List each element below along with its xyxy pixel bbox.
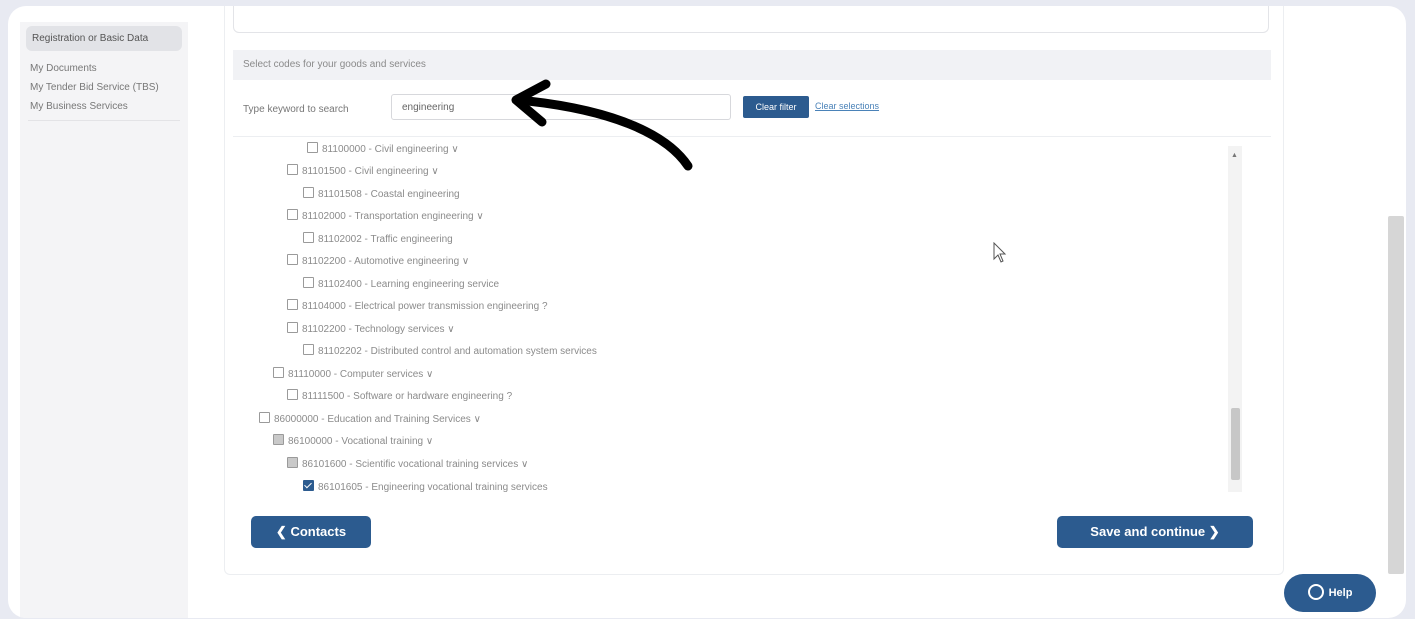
divider — [233, 136, 1271, 137]
checkbox[interactable] — [287, 299, 298, 310]
checkbox[interactable] — [287, 389, 298, 400]
chevron-left-icon: ❮ — [275, 524, 291, 539]
checkbox[interactable] — [259, 412, 270, 423]
previous-section-box — [233, 6, 1269, 33]
tree-item[interactable]: 81102200 - Technology services ∨ — [287, 322, 455, 336]
tree-item[interactable]: 81101508 - Coastal engineering — [303, 187, 460, 201]
tree-item[interactable]: 86101600 - Scientific vocational trainin… — [287, 457, 528, 471]
sidebar-item-business-services[interactable]: My Business Services — [20, 97, 188, 116]
tree-item[interactable]: 81102200 - Automotive engineering ∨ — [287, 254, 469, 268]
checkbox[interactable] — [287, 209, 298, 220]
scrollbar-thumb[interactable] — [1231, 408, 1240, 480]
checkbox[interactable] — [303, 277, 314, 288]
checkbox[interactable] — [287, 322, 298, 333]
sidebar-item-tender-bid-service[interactable]: My Tender Bid Service (TBS) — [20, 78, 188, 97]
tree-item[interactable]: 81101500 - Civil engineering ∨ — [287, 164, 439, 178]
checkbox-partial[interactable] — [287, 457, 298, 468]
tree-item[interactable]: 86101605 - Engineering vocational traini… — [303, 480, 548, 492]
checkbox[interactable] — [287, 254, 298, 265]
tree-item[interactable]: 81110000 - Computer services ∨ — [273, 367, 433, 381]
sidebar-divider — [28, 120, 180, 121]
tree-item[interactable]: 81102000 - Transportation engineering ∨ — [287, 209, 484, 223]
mouse-cursor-icon — [993, 242, 1007, 263]
tree-item[interactable]: 81111500 - Software or hardware engineer… — [287, 389, 512, 403]
contacts-button[interactable]: ❮ Contacts — [251, 516, 371, 548]
clear-selections-link[interactable]: Clear selections — [815, 101, 879, 111]
checkbox[interactable] — [303, 344, 314, 355]
clear-filter-button[interactable]: Clear filter — [743, 96, 809, 118]
tree-item[interactable]: 81102202 - Distributed control and autom… — [303, 344, 597, 358]
checkbox[interactable] — [303, 232, 314, 243]
sidebar: Registration or Basic Data My Documents … — [20, 22, 188, 618]
sidebar-item-registration[interactable]: Registration or Basic Data — [26, 26, 182, 51]
checkbox[interactable] — [303, 187, 314, 198]
help-button[interactable]: Help — [1284, 574, 1376, 612]
checkbox[interactable] — [307, 142, 318, 153]
annotation-arrow-icon — [511, 79, 693, 171]
checkbox[interactable] — [287, 164, 298, 175]
code-tree: 81100000 - Civil engineering ∨ 81101500 … — [249, 142, 1229, 492]
checkbox-checked[interactable] — [303, 480, 314, 491]
tree-item[interactable]: 81102400 - Learning engineering service — [303, 277, 499, 291]
app-frame: Registration or Basic Data My Documents … — [8, 6, 1406, 618]
tree-scrollbar[interactable]: ▲ — [1228, 146, 1242, 492]
tree-item[interactable]: 81100000 - Civil engineering ∨ — [307, 142, 459, 156]
chevron-right-icon: ❯ — [1205, 524, 1220, 539]
main-card: Select codes for your goods and services… — [224, 6, 1284, 575]
tree-item[interactable]: 81104000 - Electrical power transmission… — [287, 299, 548, 313]
tree-item[interactable]: 81102002 - Traffic engineering — [303, 232, 453, 246]
question-circle-icon — [1307, 584, 1324, 600]
scroll-up-icon[interactable]: ▲ — [1231, 152, 1238, 159]
sidebar-item-documents[interactable]: My Documents — [20, 59, 188, 78]
checkbox[interactable] — [273, 367, 284, 378]
tree-item[interactable]: 86000000 - Education and Training Servic… — [259, 412, 481, 426]
page-scrollbar[interactable] — [1388, 216, 1404, 574]
checkbox-partial[interactable] — [273, 434, 284, 445]
search-row: Type keyword to search engineering Clear… — [233, 88, 1271, 132]
section-header: Select codes for your goods and services — [233, 50, 1271, 80]
tree-item[interactable]: 86100000 - Vocational training ∨ — [273, 434, 433, 448]
search-label: Type keyword to search — [243, 104, 349, 115]
save-continue-button[interactable]: Save and continue ❯ — [1057, 516, 1253, 548]
